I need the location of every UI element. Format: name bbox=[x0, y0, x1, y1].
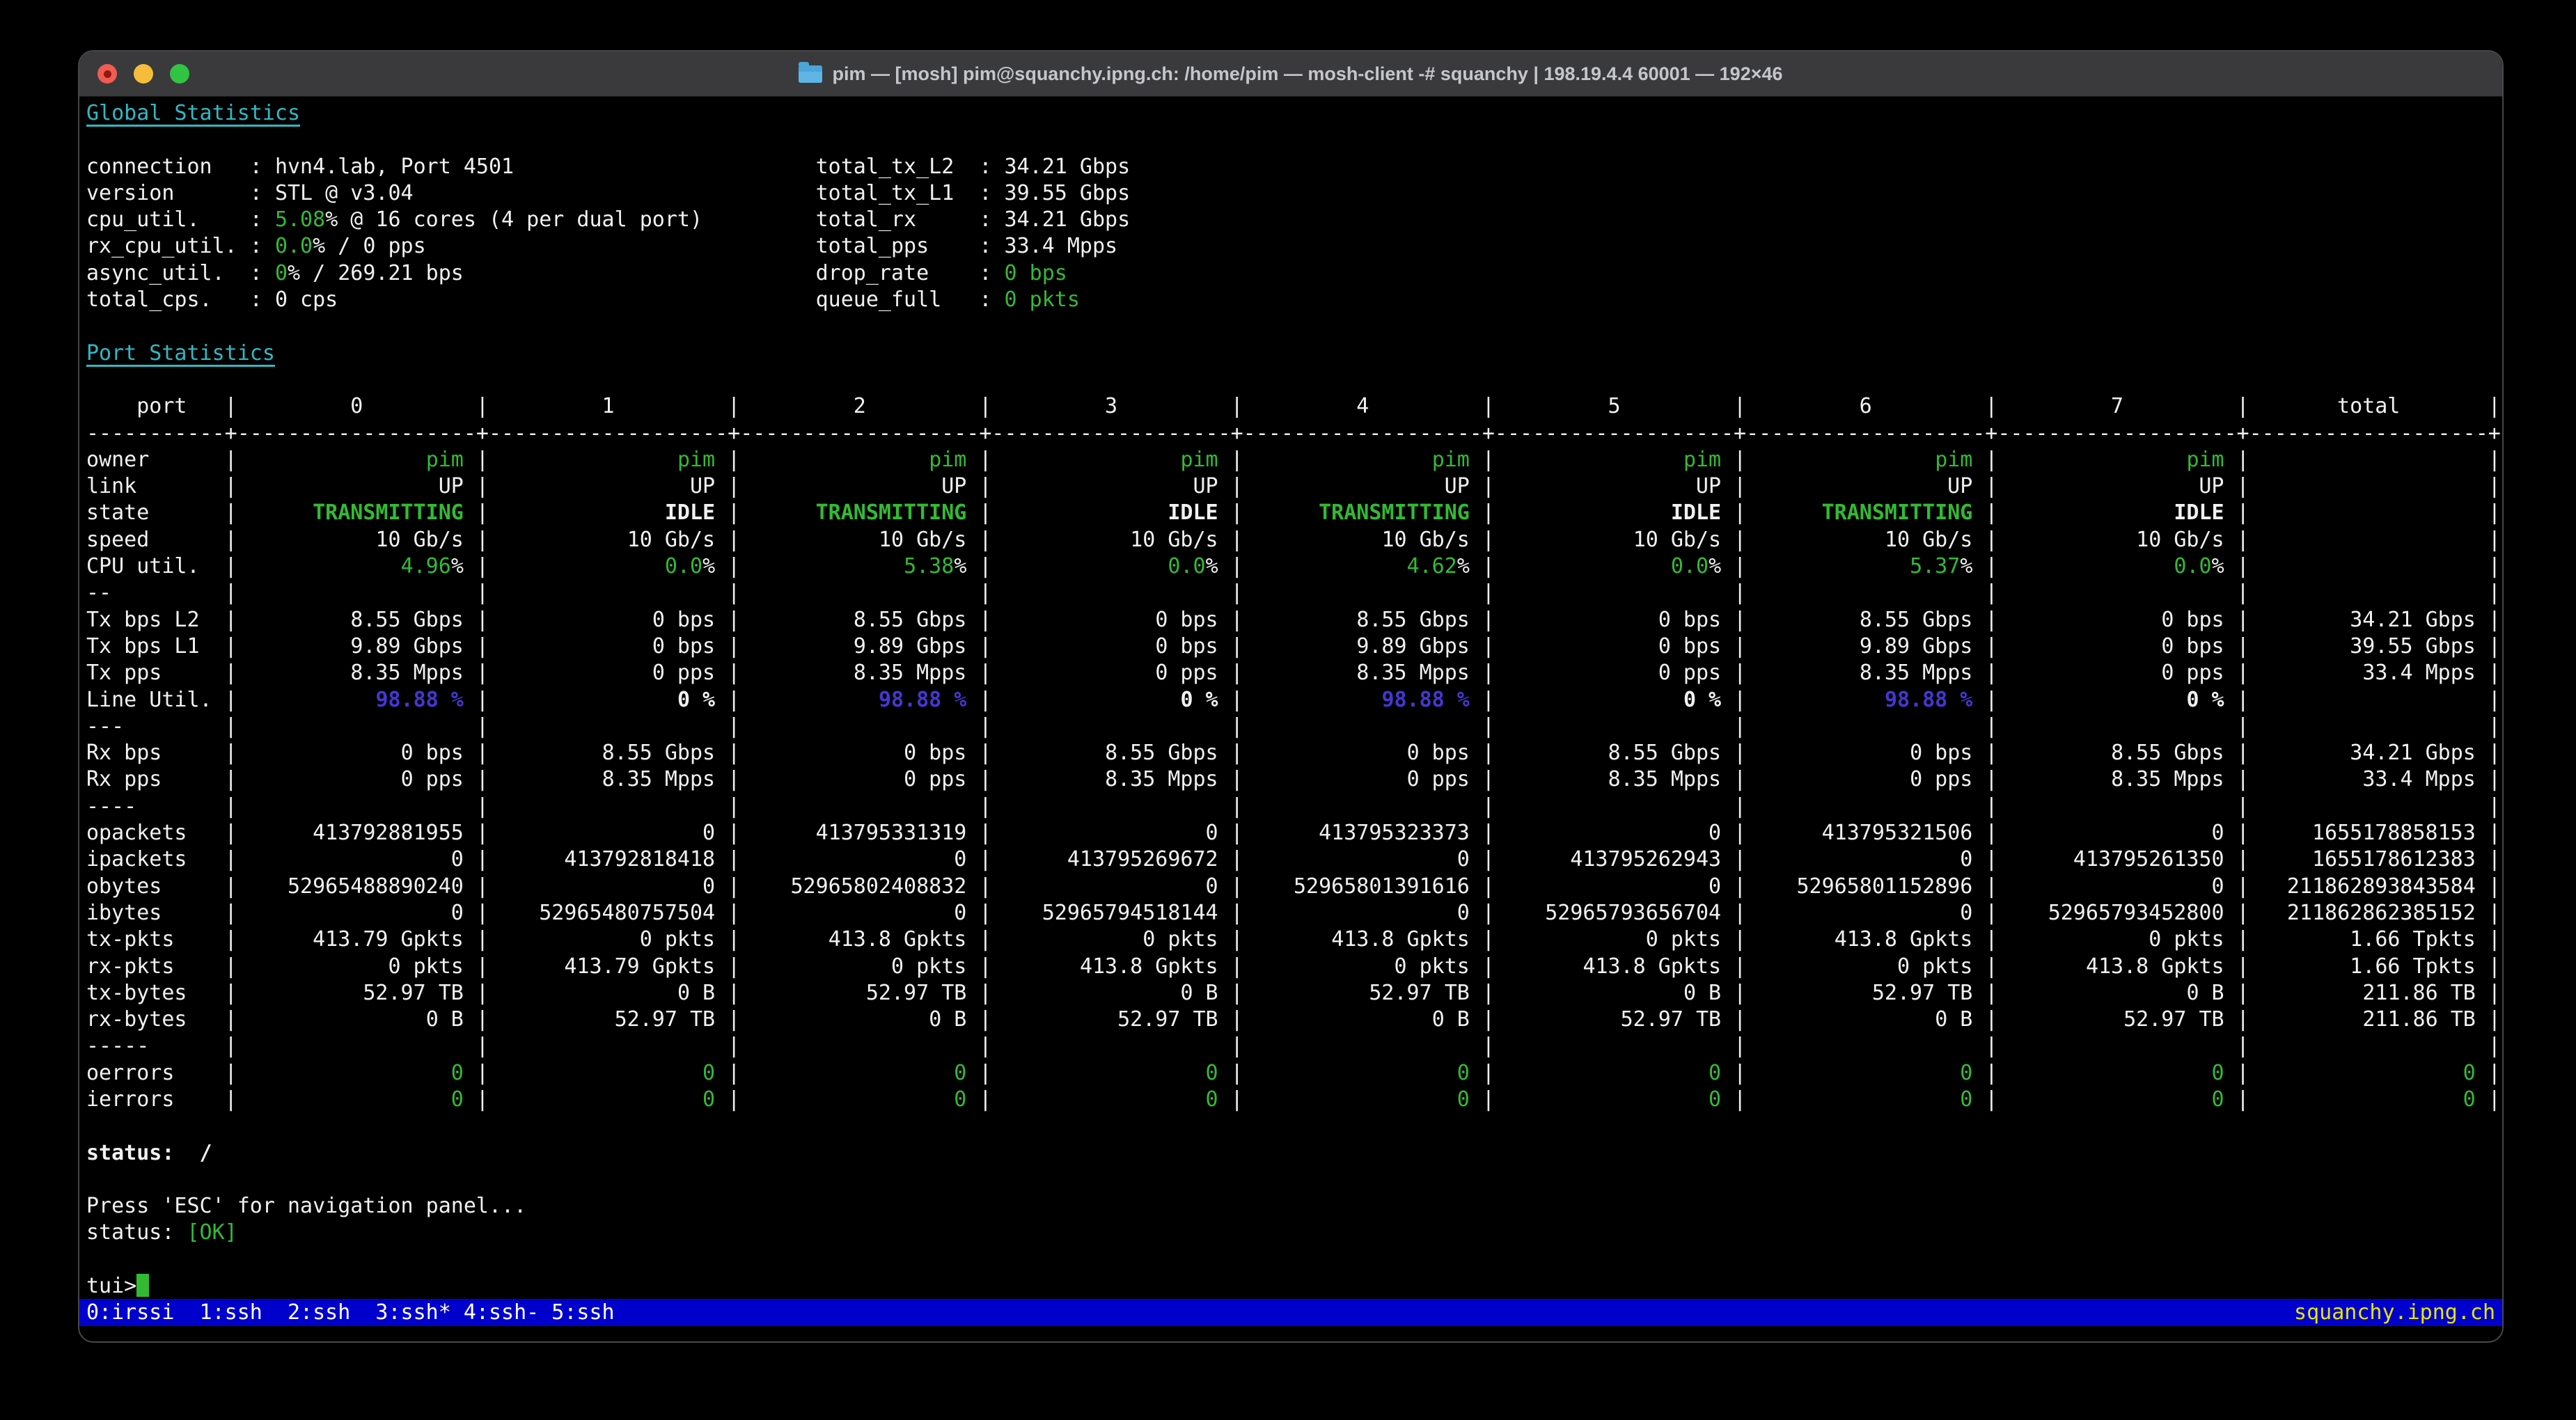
stat-row-: ---- | | | | | | | | | | bbox=[86, 794, 2501, 819]
stat-row-: ----- | | | | | | | | | | bbox=[86, 1034, 2501, 1059]
global-stat-row-connection: connection : hvn4.lab, Port 4501 total_t… bbox=[86, 154, 1131, 179]
titlebar[interactable]: pim — [mosh] pim@squanchy.ipng.ch: /home… bbox=[79, 52, 2502, 97]
global-stat-row-async_util: async_util. : 0% / 269.21 bps drop_rate … bbox=[86, 260, 1067, 285]
window-title: pim — [mosh] pim@squanchy.ipng.ch: /home… bbox=[79, 61, 2502, 85]
terminal-window: pim — [mosh] pim@squanchy.ipng.ch: /home… bbox=[78, 50, 2504, 1343]
port-table-separator: -----------+-------------------+--------… bbox=[86, 420, 2501, 445]
close-button[interactable] bbox=[97, 64, 117, 84]
stat-row-: -- | | | | | | | | | | bbox=[86, 581, 2501, 606]
stat-row-link: link | UP | UP | UP | UP | UP | UP | UP … bbox=[86, 474, 2501, 499]
stat-row-Rx-pps: Rx pps | 0 pps | 8.35 Mpps | 0 pps | 8.3… bbox=[86, 767, 2501, 792]
status-ok-line: status: [OK] bbox=[86, 1220, 237, 1245]
tmux-hostname: squanchy.ipng.ch bbox=[2294, 1300, 2495, 1325]
stat-row-obytes: obytes | 52965488890240 | 0 | 5296580240… bbox=[86, 874, 2501, 899]
stat-row-tx-bytes: tx-bytes | 52.97 TB | 0 B | 52.97 TB | 0… bbox=[86, 980, 2501, 1005]
stat-row-owner: owner | pim | pim | pim | pim | pim | pi… bbox=[86, 447, 2501, 472]
global-statistics-heading: Global Statistics bbox=[86, 101, 301, 125]
status-spinner-line: status: / bbox=[86, 1140, 212, 1165]
stat-row-Line-Util: Line Util. | 98.88 % | 0 % | 98.88 % | 0… bbox=[86, 687, 2501, 712]
stat-row-rx-bytes: rx-bytes | 0 B | 52.97 TB | 0 B | 52.97 … bbox=[86, 1007, 2501, 1032]
zoom-button[interactable] bbox=[170, 64, 189, 84]
global-stat-row-total_cps: total_cps. : 0 cps queue_full : 0 pkts bbox=[86, 287, 1080, 313]
stat-row-CPU-util: CPU util. | 4.96% | 0.0% | 5.38% | 0.0% … bbox=[86, 554, 2501, 579]
tmux-status-bar: 0:irssi 1:ssh 2:ssh 3:ssh* 4:ssh- 5:ssh … bbox=[79, 1299, 2502, 1326]
stat-row-ibytes: ibytes | 0 | 52965480757504 | 0 | 529657… bbox=[86, 900, 2501, 925]
stat-row-ierrors: ierrors | 0 | 0 | 0 | 0 | 0 | 0 | 0 | 0 … bbox=[86, 1087, 2501, 1112]
global-stat-row-version: version : STL @ v3.04 total_tx_L1 : 39.5… bbox=[86, 180, 1131, 205]
stat-row-opackets: opackets | 413792881955 | 0 | 4137953313… bbox=[86, 821, 2501, 846]
tmux-window-list[interactable]: 0:irssi 1:ssh 2:ssh 3:ssh* 4:ssh- 5:ssh bbox=[86, 1299, 615, 1326]
stat-row-ipackets: ipackets | 0 | 413792818418 | 0 | 413795… bbox=[86, 847, 2501, 872]
stat-row-speed: speed | 10 Gb/s | 10 Gb/s | 10 Gb/s | 10… bbox=[86, 527, 2501, 552]
stat-row-Tx-pps: Tx pps | 8.35 Mpps | 0 pps | 8.35 Mpps |… bbox=[86, 661, 2501, 686]
global-stat-row-rx_cpu_util: rx_cpu_util. : 0.0% / 0 pps total_pps : … bbox=[86, 234, 1118, 259]
stat-row-Tx-bps-L1: Tx bps L1 | 9.89 Gbps | 0 bps | 9.89 Gbp… bbox=[86, 633, 2501, 658]
folder-icon bbox=[799, 61, 823, 83]
port-statistics-heading: Port Statistics bbox=[86, 340, 275, 365]
esc-hint-line: Press 'ESC' for navigation panel... bbox=[86, 1194, 527, 1219]
stat-row-state: state | TRANSMITTING | IDLE | TRANSMITTI… bbox=[86, 500, 2501, 526]
stat-row-rx-pkts: rx-pkts | 0 pkts | 413.79 Gpkts | 0 pkts… bbox=[86, 954, 2501, 979]
terminal-screen[interactable]: Global Statistics connection : hvn4.lab, … bbox=[79, 97, 2502, 1341]
stat-row-: --- | | | | | | | | | | bbox=[86, 713, 2501, 739]
stat-row-oerrors: oerrors | 0 | 0 | 0 | 0 | 0 | 0 | 0 | 0 … bbox=[86, 1060, 2501, 1085]
global-stat-row-cpu_util: cpu_util. : 5.08% @ 16 cores (4 per dual… bbox=[86, 207, 1131, 232]
window-controls bbox=[97, 52, 189, 96]
text-cursor bbox=[136, 1274, 150, 1297]
stat-row-Tx-bps-L2: Tx bps L2 | 8.55 Gbps | 0 bps | 8.55 Gbp… bbox=[86, 607, 2501, 632]
tui-prompt-line[interactable]: tui> bbox=[86, 1273, 2502, 1300]
stat-row-Rx-bps: Rx bps | 0 bps | 8.55 Gbps | 0 bps | 8.5… bbox=[86, 741, 2501, 766]
minimize-button[interactable] bbox=[134, 64, 153, 84]
stat-row-tx-pkts: tx-pkts | 413.79 Gpkts | 0 pkts | 413.8 … bbox=[86, 927, 2501, 952]
window-title-text: pim — [mosh] pim@squanchy.ipng.ch: /home… bbox=[832, 63, 1783, 84]
port-table-header: port | 0 | 1 | 2 | 3 | 4 | 5 | 6 | 7 | t… bbox=[86, 394, 2501, 419]
